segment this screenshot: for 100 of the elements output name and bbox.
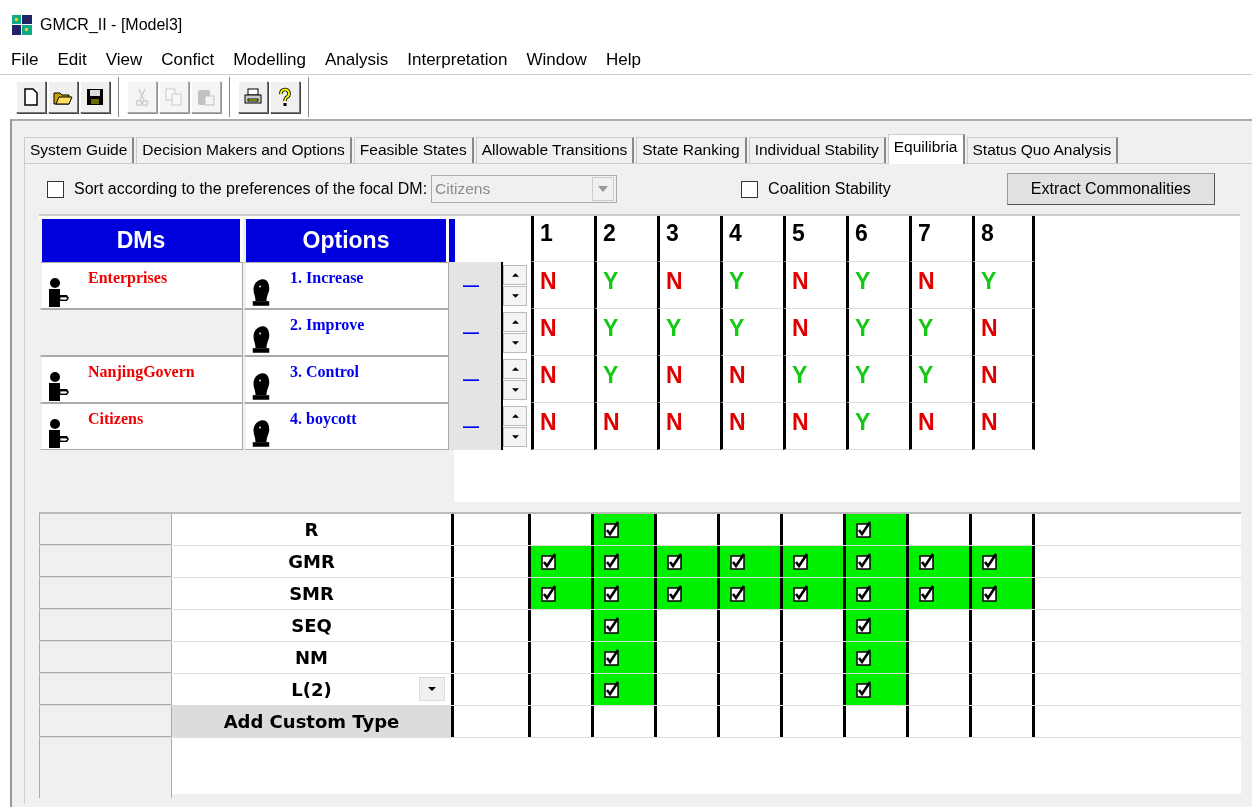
spin-up-button[interactable] [503, 359, 527, 379]
state-number: 7 [909, 216, 972, 262]
state-value: Y [603, 268, 619, 295]
state-value: N [540, 362, 557, 389]
window-title: GMCR_II - [Model3] [40, 16, 183, 34]
checkbox-checked-icon [793, 553, 811, 570]
spin-down-button[interactable] [503, 427, 527, 447]
toolbar-button[interactable] [238, 81, 268, 113]
state-value: N [792, 409, 809, 436]
toolbar-button[interactable] [16, 81, 46, 113]
add-custom-type-button[interactable]: Add Custom Type [172, 706, 454, 737]
tab[interactable]: Decision Makers and Options [136, 137, 352, 163]
state-value: Y [918, 315, 934, 342]
checkbox-checked-icon [856, 681, 874, 698]
checkbox-label: Sort according to the preferences of the focal DM: [74, 180, 428, 198]
checkbox-checked-icon [604, 649, 622, 666]
state-value: Y [855, 409, 871, 436]
spin-down-button[interactable] [503, 333, 527, 353]
state-value: Y [729, 315, 745, 342]
checkbox-checked-icon [541, 585, 559, 602]
option-marker: — [463, 323, 479, 342]
stability-type: NM [172, 642, 454, 673]
state-value: Y [666, 315, 682, 342]
checkbox-checked-icon [604, 617, 622, 634]
checkbox-checked-icon [541, 553, 559, 570]
state-value: N [918, 268, 935, 295]
dm-name: NanjingGovern [88, 363, 195, 381]
toolbar-button[interactable] [270, 81, 300, 113]
state-value: N [540, 409, 557, 436]
checkbox-checked-icon [982, 553, 1000, 570]
state-value: N [666, 362, 683, 389]
state-number: 5 [783, 216, 846, 262]
tab[interactable]: Equilibria [887, 134, 965, 164]
up-triangle-icon [511, 414, 519, 418]
state-value: N [981, 315, 998, 342]
menu-item[interactable]: Analysis [324, 50, 389, 70]
state-value: N [981, 362, 998, 389]
spin-down-button[interactable] [503, 286, 527, 306]
checkbox-checked-icon [667, 585, 685, 602]
checkbox[interactable] [47, 180, 64, 198]
toolbar-button[interactable] [48, 81, 78, 113]
menu-item[interactable]: File [11, 50, 39, 70]
checkbox[interactable] [741, 180, 759, 198]
toolbar-button[interactable] [80, 81, 110, 113]
spin-down-button[interactable] [503, 380, 527, 400]
down-triangle-icon [511, 294, 519, 298]
checkbox-checked-icon [856, 521, 874, 538]
menu-item[interactable]: Window [526, 50, 587, 70]
printer-icon [243, 87, 263, 107]
state-value: N [729, 362, 746, 389]
extract-commonalities-button[interactable]: Extract Commonalities [1006, 173, 1215, 205]
state-value: N [981, 409, 998, 436]
checkbox-checked-icon [604, 585, 622, 602]
option-name: 1. Increase [290, 269, 364, 287]
state-value: Y [855, 268, 871, 295]
spin-up-button[interactable] [503, 406, 527, 426]
tab[interactable]: Feasible States [353, 137, 474, 163]
option-name: 4. boycott [290, 410, 357, 428]
state-number: 8 [972, 216, 1035, 262]
checkbox-checked-icon [856, 649, 874, 666]
menu-item[interactable]: Help [605, 50, 641, 70]
tab[interactable]: Status Quo Analysis [966, 137, 1119, 163]
menu-item[interactable]: Modelling [233, 50, 306, 70]
menu-item[interactable]: Edit [57, 50, 87, 70]
tab[interactable]: Individual Stability [748, 137, 886, 163]
state-value: N [540, 315, 557, 342]
clipboard-icon [196, 87, 216, 107]
stability-type: SEQ [172, 610, 454, 641]
column-header: Options [243, 219, 449, 262]
state-value: N [729, 409, 746, 436]
menu-item[interactable]: Interpretation [407, 50, 508, 70]
checkbox-checked-icon [604, 521, 622, 538]
checkbox-checked-icon [667, 553, 685, 570]
option-marker: — [463, 417, 479, 436]
menu-item[interactable]: Confict [161, 50, 215, 70]
down-triangle-icon [511, 388, 519, 392]
state-value: Y [918, 362, 934, 389]
dropdown-button[interactable] [419, 677, 445, 701]
up-triangle-icon [511, 320, 519, 324]
state-number: 6 [846, 216, 909, 262]
checkbox-checked-icon [604, 681, 622, 698]
state-value: Y [855, 362, 871, 389]
state-value: N [918, 409, 935, 436]
tab[interactable]: State Ranking [636, 137, 747, 163]
option-marker: — [463, 370, 479, 389]
spin-up-button[interactable] [503, 265, 527, 285]
stability-type: L(2) [291, 679, 332, 700]
option-marker: — [463, 276, 479, 295]
tab[interactable]: System Guide [24, 137, 135, 163]
checkbox-checked-icon [982, 585, 1000, 602]
state-value: Y [981, 268, 997, 295]
menu-item[interactable]: View [105, 50, 143, 70]
state-number: 3 [657, 216, 720, 262]
spin-up-button[interactable] [503, 312, 527, 332]
down-triangle-icon [511, 341, 519, 345]
tab[interactable]: Allowable Transitions [475, 137, 635, 163]
checkbox-checked-icon [919, 585, 937, 602]
new-document-icon [21, 87, 41, 107]
caret-icon [598, 186, 609, 192]
column-header: DMs [39, 219, 243, 262]
